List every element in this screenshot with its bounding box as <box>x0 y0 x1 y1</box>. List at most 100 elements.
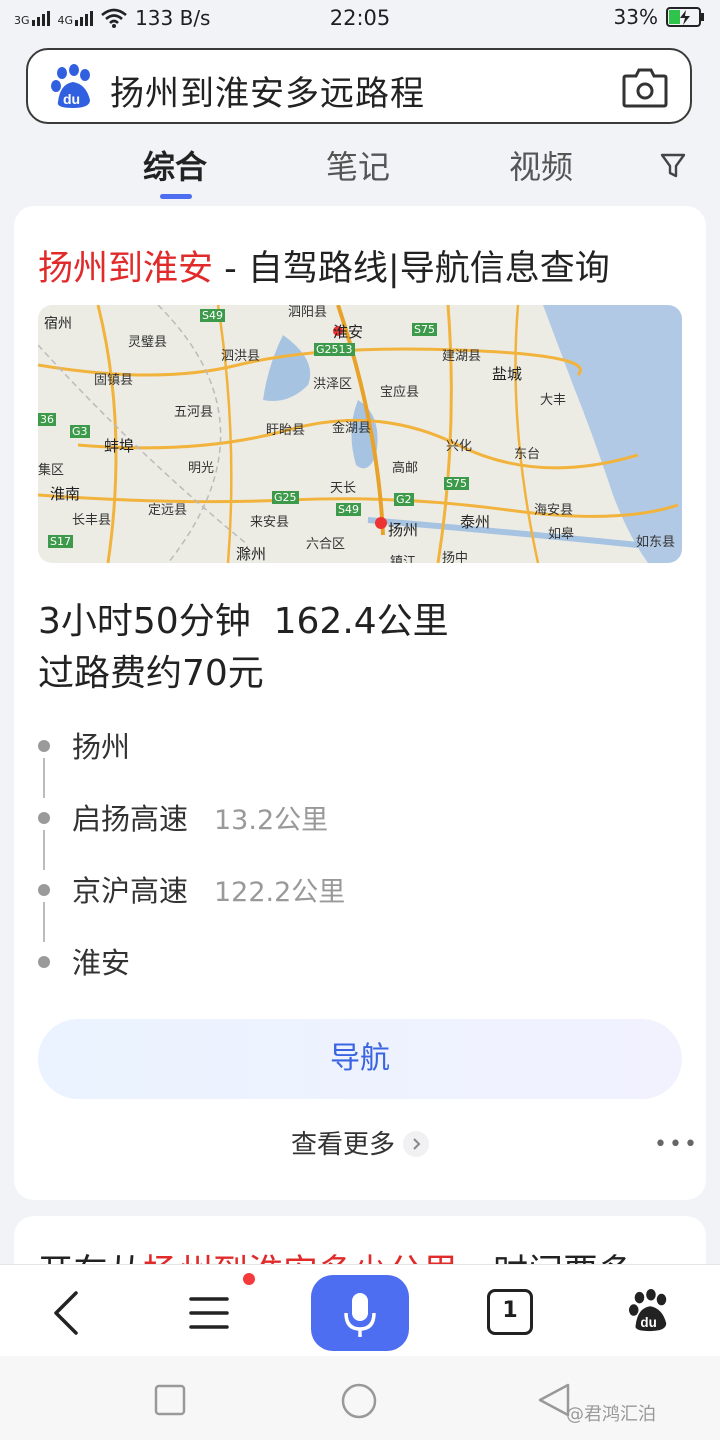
route-step: 启扬高速 13.2公里 <box>38 788 678 870</box>
square-icon[interactable] <box>154 1384 186 1416</box>
route-distance: 162.4公里 <box>273 601 449 642</box>
map-label: 东台 <box>514 447 541 462</box>
route-step: 京沪高速 122.2公里 <box>38 860 678 942</box>
route-map[interactable]: 宿州 泗阳县 S49 淮安 S75 灵璧县 泗洪县 G2513 建湖县 盐城 固… <box>38 305 682 563</box>
battery-charging-icon <box>666 7 704 27</box>
step-name: 淮安 <box>72 946 131 980</box>
chevron-right-icon <box>403 1130 429 1157</box>
menu-icon[interactable] <box>188 1295 230 1331</box>
map-label: G3 <box>70 425 90 438</box>
view-more-label: 查看更多 <box>290 1130 395 1160</box>
map-label: 蚌埠 <box>104 437 135 455</box>
result-tabs: 综合 笔记 视频 <box>0 132 720 202</box>
map-label: 36 <box>38 413 56 426</box>
map-label: 固镇县 <box>94 373 134 388</box>
status-bar: 3G 4G 133 B/s 22:05 33% <box>0 0 720 40</box>
map-label: 明光 <box>188 461 215 476</box>
map-label: 灵璧县 <box>128 335 168 350</box>
map-label: S75 <box>444 477 469 490</box>
route-step: 扬州 <box>38 716 678 798</box>
map-label: 泰州 <box>460 513 491 531</box>
map-label: 泗阳县 <box>288 305 328 320</box>
step-dot-icon <box>38 812 50 824</box>
route-result-card: 扬州到淮安 - 自驾路线|导航信息查询 宿州 泗阳县 S49 淮安 S75 灵璧 <box>14 206 706 1200</box>
baidu-paw-icon[interactable]: du <box>628 1289 672 1333</box>
map-label: S75 <box>412 323 437 336</box>
map-label: 宝应县 <box>380 385 420 400</box>
clock: 22:05 <box>329 6 391 30</box>
map-label: 海安县 <box>534 503 574 518</box>
circle-icon[interactable] <box>340 1382 378 1420</box>
step-name: 京沪高速 <box>72 874 189 908</box>
map-label: G2513 <box>314 343 355 356</box>
bottom-toolbar: 1 du <box>0 1264 720 1357</box>
tabs-count-button[interactable]: 1 <box>487 1289 533 1335</box>
baidu-paw-icon[interactable]: du <box>50 64 96 110</box>
map-label: 洪泽区 <box>313 377 353 392</box>
step-distance: 122.2公里 <box>214 877 346 908</box>
map-label: 盐城 <box>492 365 523 383</box>
map-label: S49 <box>336 503 361 516</box>
voice-search-button[interactable] <box>311 1275 409 1351</box>
tab-notes[interactable]: 笔记 <box>326 142 390 188</box>
map-label: 集区 <box>38 463 65 478</box>
tab-videos[interactable]: 视频 <box>509 142 573 188</box>
map-label: 如皋 <box>548 527 575 542</box>
map-label: 泗洪县 <box>221 349 261 364</box>
active-tab-indicator <box>160 194 192 199</box>
step-distance: 13.2公里 <box>214 805 329 836</box>
map-label: 镇江 <box>390 555 417 563</box>
step-dot-icon <box>38 956 50 968</box>
map-label: 定远县 <box>148 503 188 518</box>
route-time-distance: 3小时50分钟 162.4公里 <box>38 596 449 648</box>
route-summary: 3小时50分钟 162.4公里 过路费约70元 <box>38 596 449 700</box>
map-label: G25 <box>272 491 299 504</box>
back-arrow-icon[interactable] <box>50 1289 82 1337</box>
map-label: 滁州 <box>236 545 267 563</box>
more-options-button[interactable]: ••• <box>654 1132 699 1157</box>
map-label: 扬州 <box>388 521 419 539</box>
map-label: 盱眙县 <box>266 423 306 438</box>
system-navigation-bar <box>0 1356 720 1440</box>
map-label: 金湖县 <box>332 421 372 436</box>
map-label: 淮南 <box>50 485 81 503</box>
map-label: S17 <box>48 535 73 548</box>
route-step: 淮安 <box>38 932 678 1004</box>
map-label: 宿州 <box>44 316 72 332</box>
watermark: @君鸿汇泊 <box>566 1404 656 1425</box>
camera-icon[interactable] <box>622 66 668 108</box>
notification-dot <box>243 1273 255 1285</box>
map-label: 长丰县 <box>72 513 112 528</box>
battery-percent: 33% <box>613 5 658 29</box>
map-label: 来安县 <box>250 515 290 530</box>
map-label: S49 <box>200 309 225 322</box>
map-label: 高邮 <box>392 461 419 476</box>
view-more-link[interactable]: 查看更多 <box>14 1124 706 1161</box>
tab-all[interactable]: 综合 <box>143 142 207 188</box>
navigate-button[interactable]: 导航 <box>38 1019 682 1099</box>
home-logo-text: du <box>640 1315 656 1330</box>
map-label: G2 <box>394 493 414 506</box>
route-time: 3小时50分钟 <box>38 601 251 642</box>
search-box[interactable]: du 扬州到淮安多远路程 <box>26 48 692 124</box>
route-steps: 扬州 启扬高速 13.2公里 京沪高速 122.2公里 淮安 <box>38 716 678 1004</box>
step-dot-icon <box>38 884 50 896</box>
map-label: 六合区 <box>306 537 346 552</box>
map-label: 兴化 <box>446 439 473 454</box>
map-label: 五河县 <box>174 405 214 420</box>
microphone-icon <box>344 1293 376 1337</box>
toll-fee: 过路费约70元 <box>38 653 264 694</box>
step-dot-icon <box>38 740 50 752</box>
result-title-rest: - 自驾路线|导航信息查询 <box>213 249 610 289</box>
map-label: 淮安 <box>333 323 364 341</box>
result-title-highlight: 扬州到淮安 <box>38 249 214 289</box>
status-right: 33% <box>614 5 706 29</box>
map-label: 天长 <box>330 481 357 496</box>
map-label: 扬中 <box>442 551 469 563</box>
map-label: 建湖县 <box>442 349 482 364</box>
result-title[interactable]: 扬州到淮安 - 自驾路线|导航信息查询 <box>38 240 610 291</box>
step-name: 启扬高速 <box>72 802 189 836</box>
filter-icon[interactable] <box>660 152 686 180</box>
search-input[interactable]: 扬州到淮安多远路程 <box>110 66 425 115</box>
step-name: 扬州 <box>72 730 131 764</box>
